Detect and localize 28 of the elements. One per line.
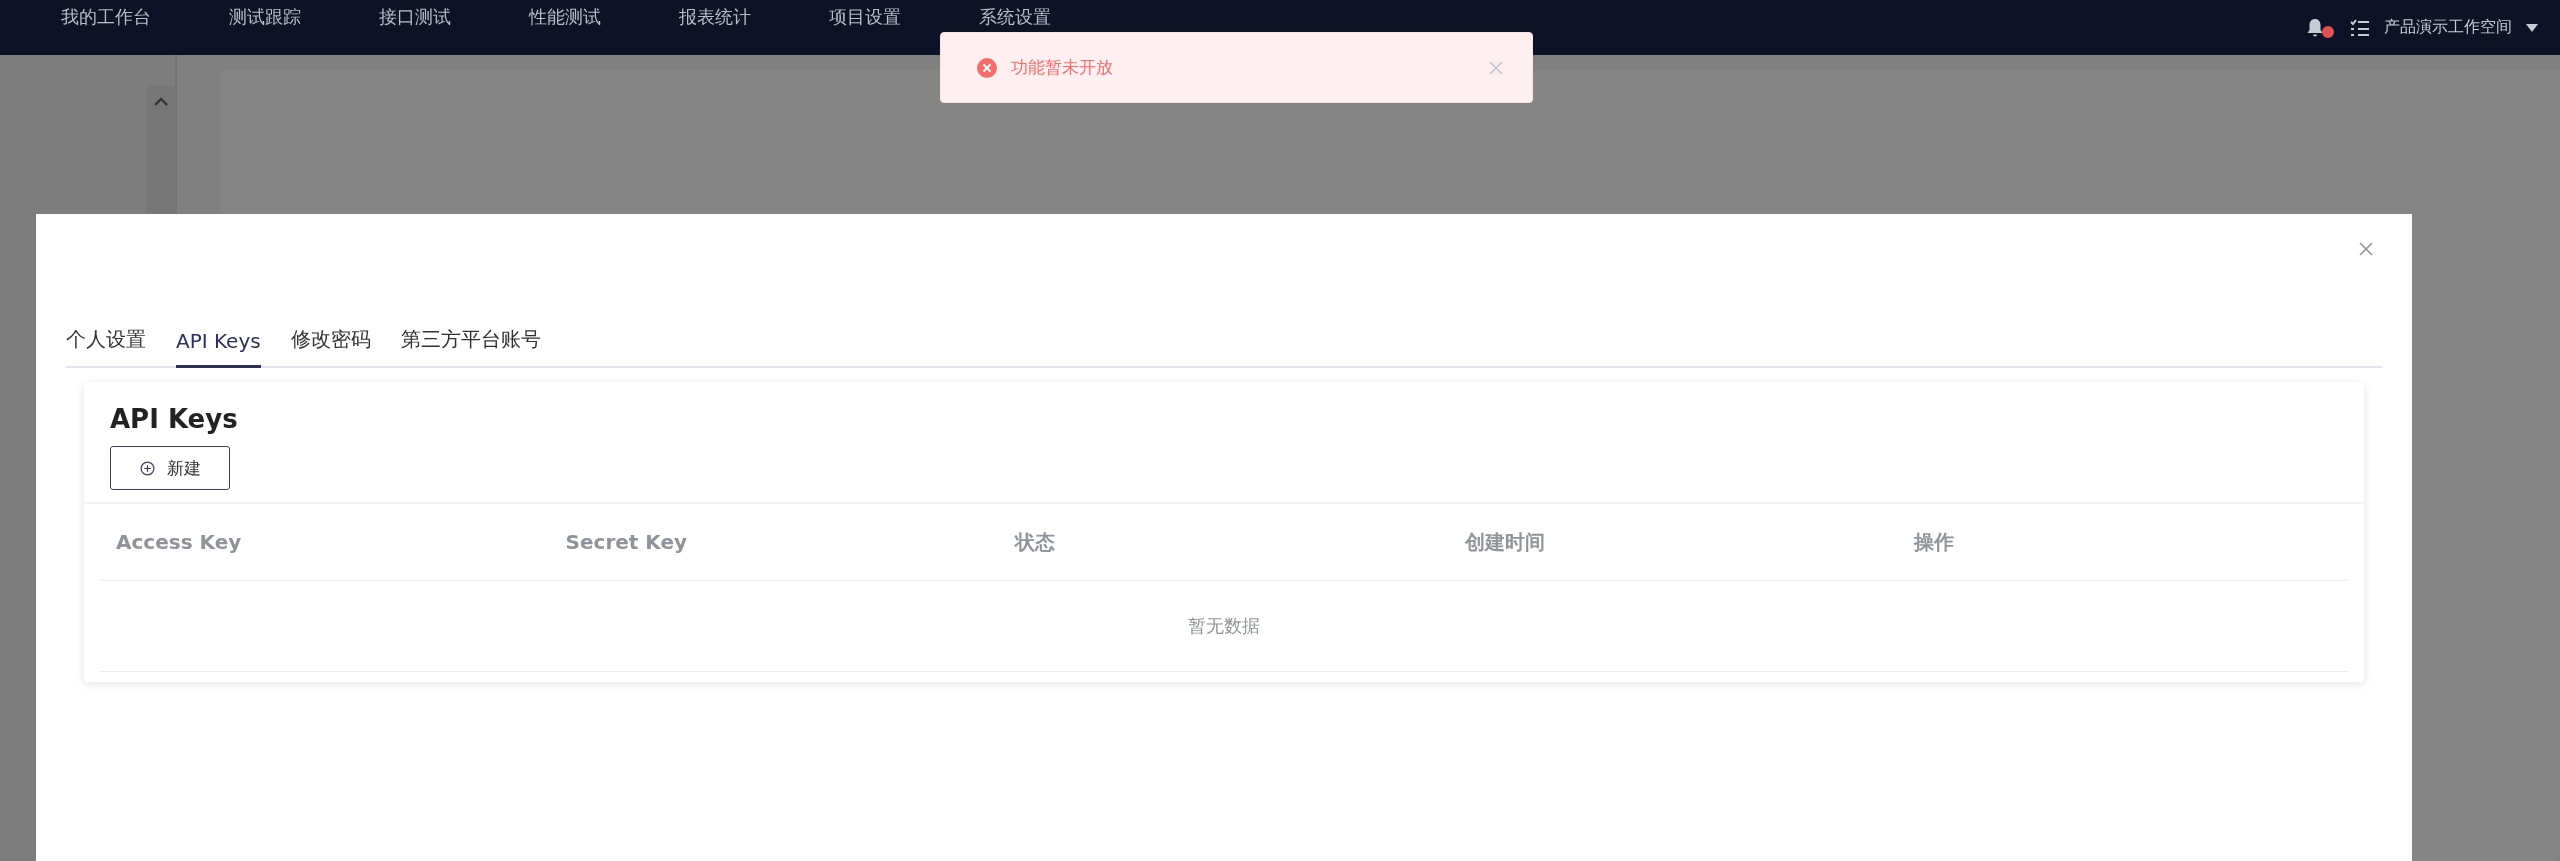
bell-icon[interactable] — [2306, 16, 2336, 39]
workspace-selector[interactable]: 产品演示工作空间 — [2384, 17, 2512, 38]
column-header: 创建时间 — [1463, 528, 1546, 556]
plus-circle-icon — [139, 460, 155, 476]
column-header: 状态 — [1013, 528, 1057, 556]
list-icon[interactable] — [2350, 18, 2370, 37]
tab[interactable]: API Keys — [176, 329, 261, 368]
column-header: Secret Key — [564, 530, 689, 554]
chevron-up-icon[interactable] — [154, 97, 168, 106]
error-icon — [977, 57, 997, 78]
empty-text: 暂无数据 — [1188, 614, 1260, 638]
nav-menu-item[interactable]: 我的工作台 — [61, 7, 151, 27]
new-button[interactable]: 新建 — [110, 446, 230, 490]
nav-menu-item[interactable]: 性能测试 — [529, 7, 601, 27]
tab[interactable]: 第三方平台账号 — [400, 326, 541, 368]
column-header: Access Key — [115, 530, 243, 554]
nav-menu-item[interactable]: 项目设置 — [829, 7, 901, 27]
column-header: 操作 — [1912, 528, 1956, 556]
tab[interactable]: 个人设置 — [66, 326, 146, 368]
card-title: API Keys — [109, 404, 239, 434]
toast-message: 功能暂未开放 — [1011, 56, 1114, 79]
close-icon[interactable] — [2358, 241, 2374, 257]
caret-icon[interactable] — [2526, 23, 2538, 32]
nav-menu-item[interactable]: 测试跟踪 — [229, 7, 301, 27]
nav-menu-item[interactable]: 系统设置 — [979, 7, 1051, 27]
nav-menu-item[interactable]: 报表统计 — [679, 7, 751, 27]
nav-menu-item[interactable]: 接口测试 — [379, 7, 451, 27]
tab[interactable]: 修改密码 — [290, 326, 371, 368]
